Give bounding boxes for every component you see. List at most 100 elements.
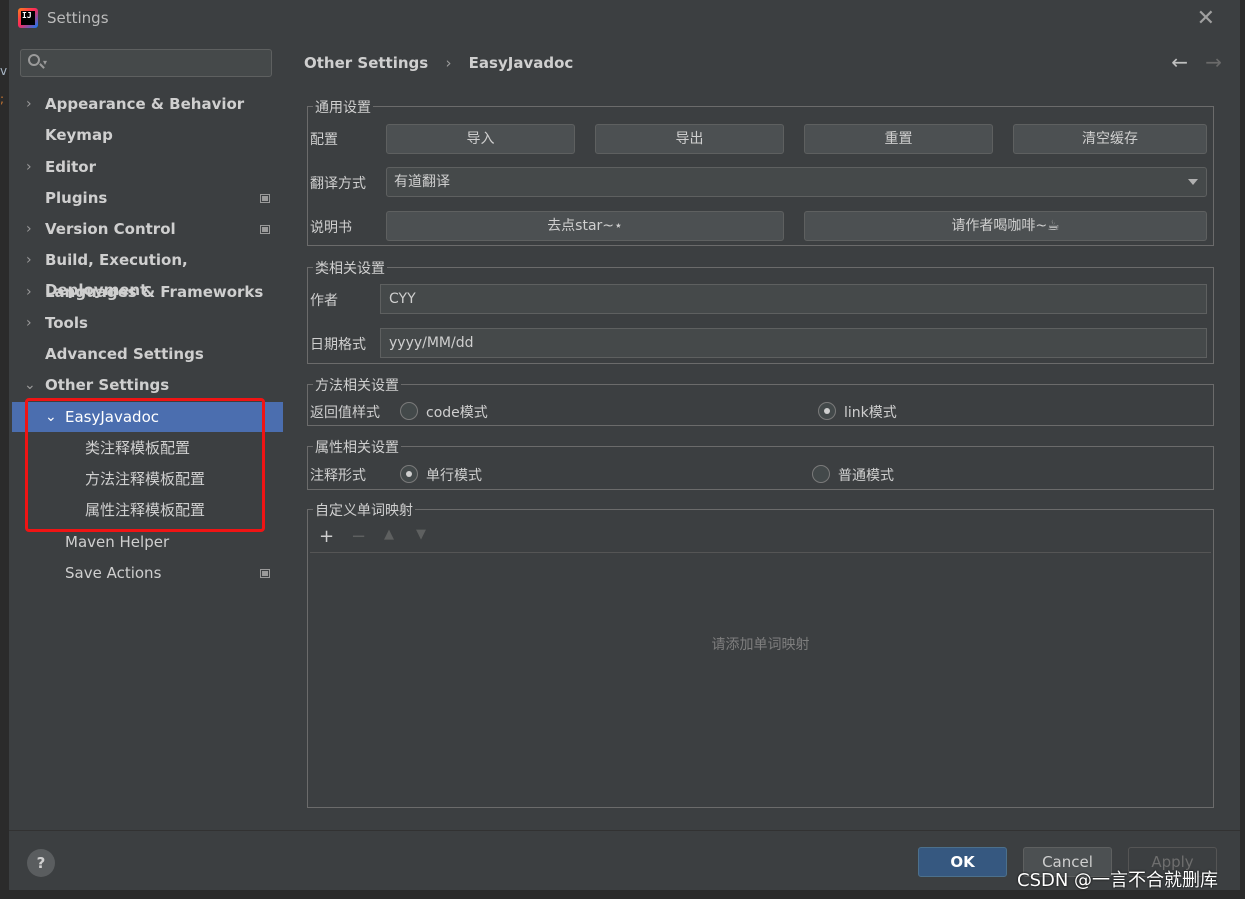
link-mode-label[interactable]: link模式 <box>844 402 897 422</box>
settings-dialog: IJ Settings ✕ ▾ › Appearance & Behavior … <box>9 0 1240 890</box>
comment-style-label: 注释形式 <box>310 468 366 484</box>
sidebar-item-method-template[interactable]: 方法注释模板配置 <box>9 464 283 494</box>
ok-button[interactable]: OK <box>918 847 1007 877</box>
sidebar-item-label: 类注释模板配置 <box>85 439 191 457</box>
sidebar-item-version-control[interactable]: › Version Control <box>9 214 283 244</box>
search-dropdown-icon[interactable]: ▾ <box>43 58 47 67</box>
project-level-icon <box>260 569 270 578</box>
remove-icon[interactable]: − <box>351 526 366 547</box>
breadcrumb-parent[interactable]: Other Settings <box>304 54 428 72</box>
sidebar-item-editor[interactable]: › Editor <box>9 152 283 182</box>
translate-selected-value: 有道翻译 <box>394 174 450 190</box>
coffee-button[interactable]: 请作者喝咖啡~☕ <box>804 211 1207 241</box>
sidebar-item-class-template[interactable]: 类注释模板配置 <box>9 433 283 463</box>
forward-arrow-icon[interactable]: → <box>1205 50 1222 74</box>
dialog-footer: ? OK Cancel Apply <box>9 830 1240 890</box>
back-arrow-icon[interactable]: ← <box>1171 50 1188 74</box>
background-editor-edge: v ; <box>0 36 9 899</box>
clear-cache-button[interactable]: 清空缓存 <box>1013 124 1207 154</box>
return-style-label: 返回值样式 <box>310 405 380 421</box>
sidebar-item-label: Maven Helper <box>65 533 170 551</box>
chevron-right-icon: › <box>26 252 32 268</box>
group-title: 类相关设置 <box>313 258 387 278</box>
sidebar-item-other-settings[interactable]: ⌄ Other Settings <box>9 370 283 400</box>
single-line-label[interactable]: 单行模式 <box>426 465 482 485</box>
sidebar-item-label: Version Control <box>45 220 176 238</box>
sidebar-item-label: Save Actions <box>65 564 162 582</box>
sidebar-item-label: Plugins <box>45 189 108 207</box>
intellij-logo-icon: IJ <box>18 8 38 28</box>
editor-glyph: ; <box>0 92 5 106</box>
title-bar: IJ Settings ✕ <box>9 0 1240 36</box>
group-title: 通用设置 <box>313 97 373 117</box>
help-icon[interactable]: ? <box>27 849 55 877</box>
manual-label: 说明书 <box>310 220 352 236</box>
word-mapping-group: 自定义单词映射 + − ▲ ▼ 请添加单词映射 <box>307 500 1214 808</box>
single-line-radio[interactable] <box>400 465 418 483</box>
sidebar-item-keymap[interactable]: Keymap <box>9 120 283 150</box>
sidebar-item-label: EasyJavadoc <box>65 408 159 426</box>
chevron-down-icon <box>1188 179 1198 185</box>
sidebar-item-plugins[interactable]: Plugins <box>9 183 283 213</box>
breadcrumb: Other Settings › EasyJavadoc <box>304 54 573 72</box>
sidebar-item-maven-helper[interactable]: Maven Helper <box>9 527 283 557</box>
import-button[interactable]: 导入 <box>386 124 575 154</box>
sidebar-item-field-template[interactable]: 属性注释模板配置 <box>9 495 283 525</box>
field-settings-group: 属性相关设置 注释形式 单行模式 普通模式 <box>307 437 1214 490</box>
star-button[interactable]: 去点star~⋆ <box>386 211 784 241</box>
reset-button[interactable]: 重置 <box>804 124 993 154</box>
method-settings-group: 方法相关设置 返回值样式 code模式 link模式 <box>307 375 1214 426</box>
group-title: 方法相关设置 <box>313 375 401 395</box>
sidebar-item-label: 方法注释模板配置 <box>85 470 206 488</box>
cancel-button[interactable]: Cancel <box>1023 847 1112 877</box>
chevron-right-icon: › <box>26 315 32 331</box>
code-mode-radio[interactable] <box>400 402 418 420</box>
add-icon[interactable]: + <box>319 526 334 547</box>
chevron-right-icon: › <box>26 96 32 112</box>
sidebar-item-label: Other Settings <box>45 376 170 394</box>
search-icon <box>28 54 40 66</box>
normal-mode-radio[interactable] <box>812 465 830 483</box>
sidebar-item-label: Languages & Frameworks <box>45 283 264 301</box>
settings-content: Other Settings › EasyJavadoc ← → 通用设置 配置… <box>283 36 1240 830</box>
apply-button[interactable]: Apply <box>1128 847 1217 877</box>
breadcrumb-current: EasyJavadoc <box>468 54 574 72</box>
export-button[interactable]: 导出 <box>595 124 784 154</box>
group-title: 自定义单词映射 <box>313 500 415 520</box>
sidebar-item-tools[interactable]: › Tools <box>9 308 283 338</box>
breadcrumb-separator: › <box>445 54 452 72</box>
empty-list-text: 请添加单词映射 <box>711 637 810 653</box>
link-mode-radio[interactable] <box>818 402 836 420</box>
chevron-right-icon: › <box>26 159 32 175</box>
author-input[interactable]: CYY <box>380 284 1207 314</box>
project-level-icon <box>260 225 270 234</box>
project-level-icon <box>260 194 270 203</box>
sidebar-item-build-execution-deployment[interactable]: › Build, Execution, Deployment <box>9 245 283 299</box>
translate-select[interactable]: 有道翻译 <box>386 167 1207 197</box>
move-down-icon[interactable]: ▼ <box>416 527 426 542</box>
sidebar-item-label: Appearance & Behavior <box>45 95 245 113</box>
config-label: 配置 <box>310 132 338 148</box>
author-label: 作者 <box>310 293 338 309</box>
chevron-right-icon: › <box>26 221 32 237</box>
close-icon[interactable]: ✕ <box>1197 6 1215 31</box>
sidebar-item-advanced-settings[interactable]: Advanced Settings <box>9 339 283 369</box>
sidebar-item-save-actions[interactable]: Save Actions <box>9 558 283 588</box>
general-settings-group: 通用设置 配置 导入 导出 重置 清空缓存 翻译方式 有道翻译 说明书 去点st… <box>307 97 1214 246</box>
normal-mode-label[interactable]: 普通模式 <box>838 465 894 485</box>
move-up-icon[interactable]: ▲ <box>384 527 394 542</box>
sidebar-item-languages-frameworks[interactable]: › Languages & Frameworks <box>9 277 283 307</box>
sidebar-item-label: 属性注释模板配置 <box>85 501 206 519</box>
toolbar-divider <box>310 552 1211 553</box>
sidebar-item-label: Keymap <box>45 126 113 144</box>
date-format-label: 日期格式 <box>310 337 366 353</box>
code-mode-label[interactable]: code模式 <box>426 402 488 422</box>
sidebar-item-label: Advanced Settings <box>45 345 204 363</box>
class-settings-group: 类相关设置 作者 CYY 日期格式 yyyy/MM/dd <box>307 258 1214 364</box>
sidebar-item-appearance-behavior[interactable]: › Appearance & Behavior <box>9 89 283 119</box>
date-format-input[interactable]: yyyy/MM/dd <box>380 328 1207 358</box>
settings-search-input[interactable]: ▾ <box>20 49 272 77</box>
sidebar-item-easyjavadoc[interactable]: ⌄ EasyJavadoc <box>12 402 283 432</box>
editor-glyph: v <box>0 64 8 78</box>
translate-label: 翻译方式 <box>310 176 366 192</box>
